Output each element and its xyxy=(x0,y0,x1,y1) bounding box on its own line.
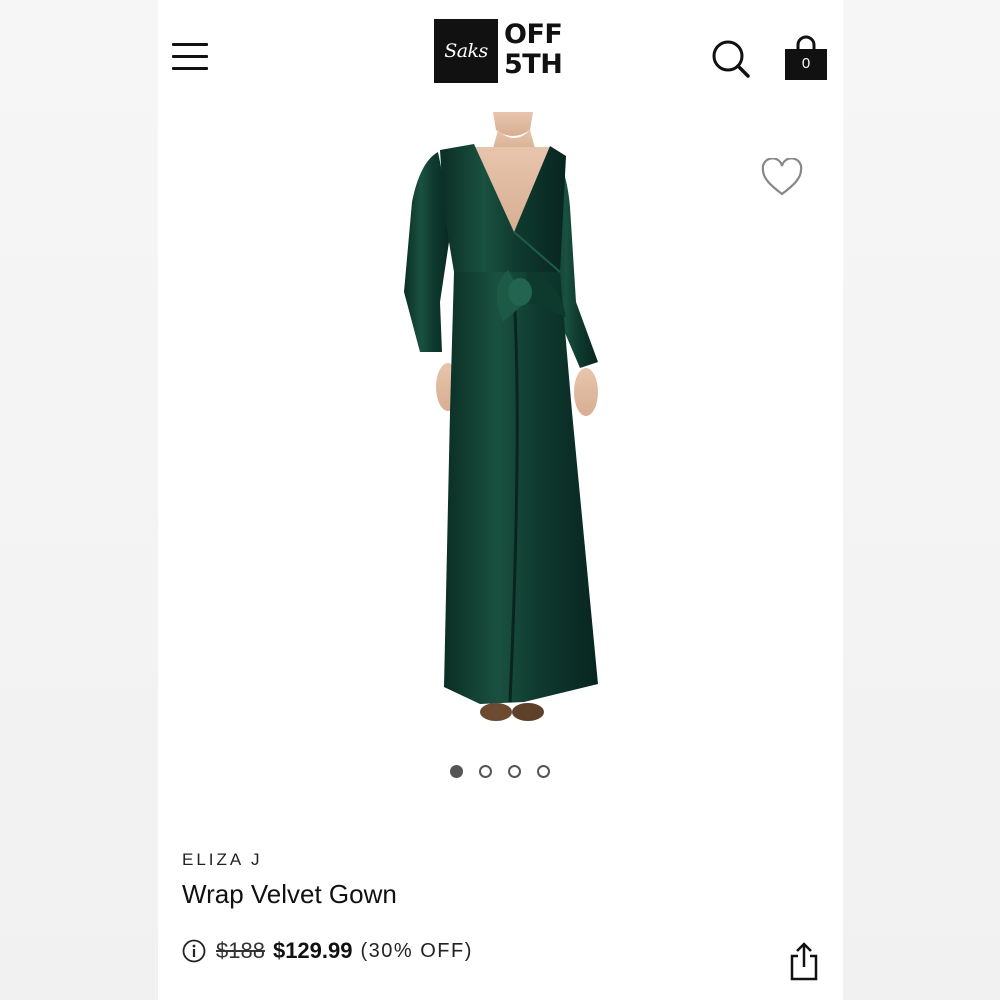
page-background-right xyxy=(843,0,1000,1000)
info-circle-icon[interactable] xyxy=(182,939,206,963)
product-brand[interactable]: ELIZA J xyxy=(182,850,263,870)
logo-line-2: 5TH xyxy=(504,49,563,80)
saks-off-5th-logo[interactable]: Saks OFF 5TH xyxy=(434,19,570,83)
page-background-left xyxy=(0,0,158,1000)
sale-price: $129.99 xyxy=(272,938,353,963)
bag-count-badge: 0 xyxy=(801,55,811,72)
product-title: Wrap Velvet Gown xyxy=(182,879,397,909)
carousel-dot[interactable] xyxy=(450,765,463,778)
logo-box: Saks xyxy=(434,19,498,83)
hamburger-menu-icon[interactable] xyxy=(172,40,208,72)
carousel-dot[interactable] xyxy=(537,765,550,778)
product-page: Saks OFF 5TH 0 ELIZA J Wrap Velvet Gown … xyxy=(158,0,843,1000)
logo-line-1: OFF xyxy=(504,19,563,50)
discount-label: (30% OFF) xyxy=(360,939,473,962)
logo-text: OFF 5TH xyxy=(504,19,563,80)
carousel-dot[interactable] xyxy=(508,765,521,778)
share-icon[interactable] xyxy=(788,940,820,982)
carousel-dot[interactable] xyxy=(479,765,492,778)
image-carousel-dots xyxy=(450,765,550,781)
product-image[interactable] xyxy=(158,112,843,732)
search-icon[interactable] xyxy=(710,38,752,80)
site-header: Saks OFF 5TH 0 xyxy=(158,0,843,112)
logo-script: Saks xyxy=(444,40,488,62)
price-row: $188 $129.99 (30% OFF) xyxy=(182,935,473,967)
heart-outline-icon[interactable] xyxy=(760,157,804,198)
shopping-bag-button[interactable]: 0 xyxy=(782,34,830,82)
original-price: $188 xyxy=(216,938,265,963)
